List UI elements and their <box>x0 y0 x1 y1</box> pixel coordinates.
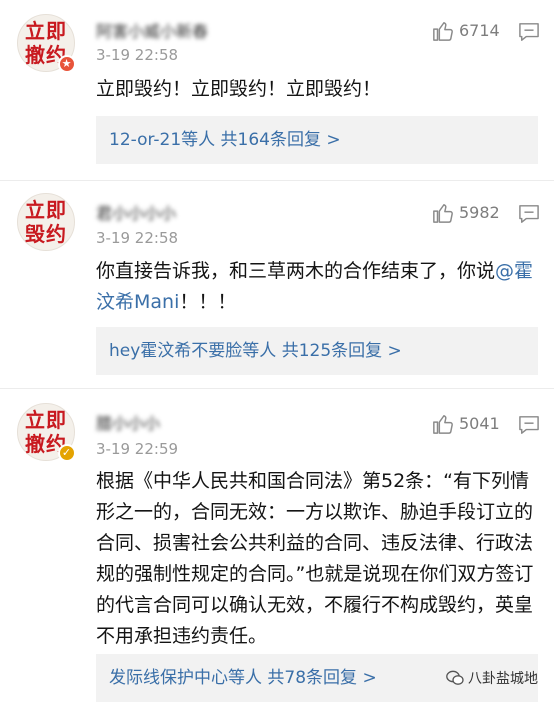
like-count: 5041 <box>459 414 500 433</box>
like-icon[interactable] <box>432 20 454 42</box>
avatar-line1: 立即 <box>25 198 67 222</box>
comment-body: 根据《中华人民共和国合同法》第52条：“有下列情形之一的，合同无效：一方以欺诈、… <box>96 470 534 647</box>
like-count: 5982 <box>459 203 500 222</box>
verified-badge-icon: ✓ <box>58 444 76 462</box>
watermark-text: 八卦盐城地 <box>468 671 538 687</box>
comment-text: 根据《中华人民共和国合同法》第52条：“有下列情形之一的，合同无效：一方以欺诈、… <box>96 466 538 652</box>
username[interactable]: 君小小小小 <box>96 200 176 224</box>
watermark: 八卦盐城地 <box>446 668 538 688</box>
member-badge-icon: ★ <box>58 55 76 73</box>
reply-icon[interactable] <box>518 204 540 224</box>
reply-icon[interactable] <box>518 22 540 42</box>
username[interactable]: 阿害小威小新春 <box>96 18 208 42</box>
like-icon[interactable] <box>432 202 454 224</box>
avatar-line2: 毁约 <box>25 222 67 246</box>
like-count: 6714 <box>459 21 500 40</box>
timestamp: 3-19 22:58 <box>96 46 179 64</box>
wechat-logo-icon <box>446 670 464 685</box>
avatar[interactable]: 立即 撤约 ✓ <box>17 403 76 462</box>
avatar-line1: 立即 <box>25 19 67 43</box>
timestamp: 3-19 22:58 <box>96 229 179 247</box>
like-icon[interactable] <box>432 413 454 435</box>
comment-body: 立即毁约！立即毁约！立即毁约！ <box>96 78 382 100</box>
comment-suffix: ！！！ <box>179 291 237 313</box>
comment-body: 你直接告诉我，和三草两木的合作结束了，你说 <box>96 260 496 282</box>
avatar-line1: 立即 <box>25 408 67 432</box>
reply-summary[interactable]: 12-or-21等人 共164条回复 > <box>96 116 538 164</box>
timestamp: 3-19 22:59 <box>96 440 179 458</box>
reply-icon[interactable] <box>518 415 540 435</box>
comment-text: 你直接告诉我，和三草两木的合作结束了，你说@霍汶希Mani！！！ <box>96 256 538 318</box>
divider <box>0 180 554 181</box>
avatar[interactable]: 立即 撤约 ★ <box>17 14 76 73</box>
reply-summary[interactable]: hey霍汶希不要脸等人 共125条回复 > <box>96 327 538 375</box>
avatar[interactable]: 立即 毁约 <box>17 193 75 251</box>
comment-text: 立即毁约！立即毁约！立即毁约！ <box>96 74 538 105</box>
divider <box>0 388 554 389</box>
username[interactable]: 腊小小小 <box>96 410 160 434</box>
